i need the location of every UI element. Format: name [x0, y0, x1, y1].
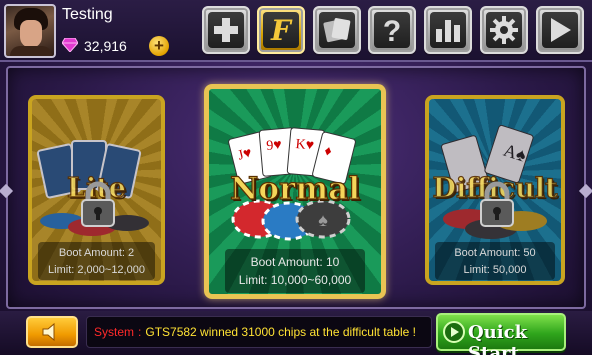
limit: Limit: 2,000~12,000 — [48, 264, 145, 276]
svg-text:9♥: 9♥ — [266, 138, 283, 154]
chips-balance: 32,916 — [84, 38, 127, 54]
lock-icon — [81, 181, 115, 227]
sound-button[interactable] — [26, 316, 78, 348]
room-card-lite[interactable]: Lite Boot Amount: 2 Limit: 2,000~12,000 — [28, 95, 165, 285]
svg-text:K♥: K♥ — [295, 137, 315, 154]
ticker-separator: : — [138, 325, 142, 339]
room-info: Boot Amount: 2 Limit: 2,000~12,000 — [32, 245, 161, 279]
limit: Limit: 10,000~60,000 — [238, 273, 352, 287]
help-button[interactable]: ? — [368, 6, 416, 54]
add-button[interactable] — [202, 6, 250, 54]
add-chips-button[interactable]: + — [149, 36, 169, 56]
arrow-right-icon — [551, 18, 571, 42]
room-info: Boot Amount: 10 Limit: 10,000~60,000 — [209, 253, 381, 289]
svg-text:?: ? — [383, 15, 401, 46]
quick-start-button[interactable]: Quick Start — [436, 313, 566, 355]
facebook-icon: F — [270, 14, 293, 46]
facebook-button[interactable]: F — [257, 6, 305, 54]
help-icon: ? — [383, 15, 401, 46]
top-bar: Testing 32,916 + F ? — [0, 0, 592, 62]
ticker-message: GTS7582 winned 31000 chips at the diffic… — [145, 325, 416, 339]
gem-icon — [62, 38, 78, 52]
next-button[interactable] — [536, 6, 584, 54]
limit: Limit: 50,000 — [463, 264, 527, 276]
gear-icon — [490, 16, 518, 44]
lock-icon — [480, 181, 514, 227]
username: Testing — [62, 6, 113, 23]
room-card-normal[interactable]: J♥ 9♥ K♥ ♦ ♠ Normal Boot Amount: 10 Limi… — [204, 84, 386, 299]
news-ticker: System: GTS7582 winned 31000 chips at the… — [86, 316, 432, 348]
boot-amount: Boot Amount: 50 — [454, 247, 536, 259]
room-info: Boot Amount: 50 Limit: 50,000 — [429, 245, 561, 279]
plus-icon — [214, 18, 238, 42]
ticker-system-label: System — [94, 325, 135, 339]
boot-amount: Boot Amount: 10 — [250, 255, 340, 269]
room-card-difficult[interactable]: A♠ Difficult Boot Amount: 50 Limit: 50,0… — [425, 95, 565, 285]
speaker-icon — [42, 322, 55, 342]
svg-text:♠: ♠ — [318, 210, 328, 230]
stats-icon — [436, 20, 460, 42]
settings-button[interactable] — [480, 6, 528, 54]
stats-button[interactable] — [424, 6, 472, 54]
avatar[interactable] — [4, 4, 56, 58]
cards-icon — [323, 18, 351, 43]
quick-start-label: Quick Start — [468, 322, 528, 355]
room-title: Normal — [229, 170, 360, 207]
boot-amount: Boot Amount: 2 — [58, 247, 135, 259]
svg-text:F: F — [270, 14, 293, 46]
cards-button[interactable] — [313, 6, 361, 54]
play-icon — [443, 321, 465, 343]
